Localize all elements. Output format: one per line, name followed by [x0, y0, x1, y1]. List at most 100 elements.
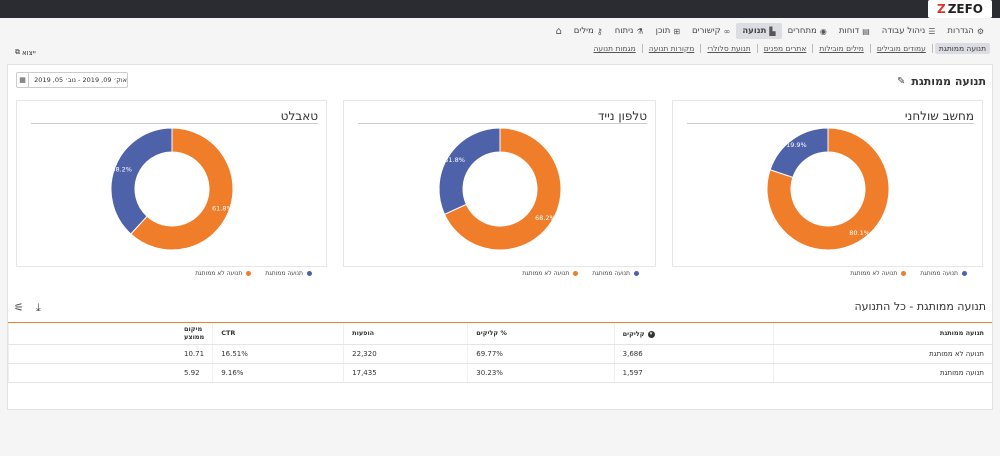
sort-icon[interactable]: ▾ [647, 330, 655, 338]
legend-dot [901, 271, 907, 276]
column-header[interactable]: CTR [212, 323, 344, 345]
chart-legend-tablet: תנועה ממותגת תנועה לא ממותגת [195, 270, 312, 277]
traffic-table: תנועה ממותגת ▾ קליקים % קליקים הופעות CTR… [7, 323, 992, 383]
nav-label: מילים [573, 26, 594, 36]
chart-legend-mobile: תנועה ממותגת תנועה לא ממותגת [522, 270, 639, 277]
subnav-item-traffic-sources[interactable]: מקורות תנועה [645, 43, 699, 54]
table-header-bar [8, 292, 992, 323]
table-cell: 22,320 [343, 344, 468, 364]
bar-chart-icon: ▙ [769, 26, 776, 36]
nav-label: ניתוח [614, 26, 634, 36]
donut-slice[interactable] [769, 127, 829, 178]
nav-item-settings[interactable]: ⚙ הגדרות [941, 23, 990, 39]
subnav-item-referring-sites[interactable]: אתרים מפנים [760, 43, 811, 54]
legend-dot [307, 271, 312, 276]
nav-label: דוחות [838, 26, 860, 36]
nav-item-competitors[interactable]: ◉ מתחרים [782, 23, 833, 39]
donut-slice[interactable] [110, 127, 173, 235]
section-header: תנועה ממותגת ✎ [897, 75, 986, 88]
legend-label: תנועה ממותגת [592, 270, 630, 277]
nav-item-traffic[interactable]: ▙ תנועה [736, 23, 782, 39]
donut-card-mobile: טלפון נייד 68.2% 31.8% [343, 100, 656, 267]
calendar-icon: ▦ [17, 73, 30, 87]
subnav-item-mobile-traffic[interactable]: תנועת סלולרי [703, 43, 754, 54]
legend-item[interactable]: תנועה לא ממותגת [850, 270, 907, 277]
legend-item[interactable]: תנועה לא ממותגת [195, 270, 252, 277]
table-cell: תנועה ממותגת [772, 363, 992, 383]
flask-icon: ⚗ [636, 26, 644, 36]
nav-label: תנועה [742, 26, 767, 36]
legend-item[interactable]: תנועה ממותגת [920, 270, 967, 277]
nav-label: קישורים [692, 26, 721, 36]
table-cell: 17,435 [343, 363, 468, 383]
gear-icon: ⚙ [976, 26, 984, 36]
column-header[interactable]: מיקום ממוצע [7, 323, 213, 345]
table-title: תנועה ממותגת - כל התנועה [854, 300, 986, 313]
download-icon[interactable]: ⤓ [36, 301, 41, 315]
date-range-text: אוק׳ 09, 2019 - נוב׳ 05, 2019 [34, 76, 127, 84]
main-nav: ⌂ ⚷ מילים ⚗ ניתוח ⊞ תוכן ∞ קישורים ▙ תנועה ◉ מ… [550, 23, 990, 39]
table-cell: 1,597 [613, 363, 774, 383]
column-header[interactable]: תנועה ממותגת [772, 323, 992, 345]
nav-item-analysis[interactable]: ⚗ ניתוח [609, 23, 650, 39]
table-cell: 10.71 [7, 344, 213, 364]
brand-logo[interactable]: Z ZEFO [928, 0, 992, 18]
table-row: תנועה לא ממותגת 3,686 69.77% 22,320 16.5… [7, 344, 992, 364]
slice-label: 38.2% [111, 165, 132, 173]
nav-item-keywords[interactable]: ⚷ מילים [568, 23, 609, 39]
donut-chart: 61.8% 38.2% [110, 127, 234, 251]
table-row: תנועה ממותגת 1,597 30.23% 17,435 9.16% 5… [7, 363, 992, 383]
donut-chart: 80.1% 19.9% [766, 127, 890, 251]
donut-card-desktop: מחשב שולחני 80.1% 19.9% [672, 100, 983, 267]
date-range-picker[interactable]: ▦ אוק׳ 09, 2019 - נוב׳ 05, 2019 [16, 72, 128, 88]
column-settings-icon[interactable]: ⚟ [14, 301, 24, 315]
legend-label: תנועה ממותגת [920, 270, 958, 277]
eye-icon: ◉ [819, 26, 827, 36]
table-header-row: תנועה ממותגת ▾ קליקים % קליקים הופעות CTR… [7, 323, 992, 345]
subnav-divider [700, 44, 702, 53]
table-tools: ⚟ ⤓ [14, 301, 41, 315]
column-header[interactable]: הופעות [343, 323, 468, 345]
sub-nav: תנועה ממותגת עמודים מובילים מילים מובילו… [590, 43, 990, 54]
slice-label: 19.9% [786, 141, 807, 149]
legend-item[interactable]: תנועה לא ממותגת [522, 270, 579, 277]
sitemap-icon: ⊞ [673, 26, 681, 36]
list-icon: ☰ [928, 26, 936, 36]
nav-label: ניהול עבודה [881, 26, 926, 36]
nav-item-content[interactable]: ⊞ תוכן [650, 23, 686, 39]
subnav-item-top-keywords[interactable]: מילים מובילות [815, 43, 867, 54]
subnav-divider [931, 44, 933, 53]
legend-item[interactable]: תנועה ממותגת [592, 270, 639, 277]
chart-legend-desktop: תנועה ממותגת תנועה לא ממותגת [850, 270, 967, 277]
legend-dot [573, 271, 579, 276]
wrench-icon[interactable]: ✎ [897, 76, 905, 87]
slice-label: 31.8% [444, 156, 465, 164]
logo-text: ZEFO [947, 2, 983, 16]
column-header-clicks[interactable]: ▾ קליקים [613, 323, 774, 345]
donut-card-tablet: טאבלט 61.8% 38.2% [16, 100, 327, 267]
export-icon: ⧉ [15, 48, 20, 56]
slice-label: 68.2% [535, 214, 556, 222]
nav-label: הגדרות [947, 26, 974, 36]
nav-item-workflow[interactable]: ☰ ניהול עבודה [876, 23, 942, 39]
nav-item-links[interactable]: ∞ קישורים [686, 23, 736, 39]
export-button[interactable]: ⧉ ייצוא [15, 48, 36, 57]
legend-item[interactable]: תנועה ממותגת [265, 270, 312, 277]
donut-slice[interactable] [438, 127, 501, 215]
subnav-item-traffic-trends[interactable]: מגמות תנועה [590, 43, 640, 54]
table-cell: 3,686 [613, 344, 774, 364]
nav-item-reports[interactable]: ▤ דוחות [833, 23, 876, 39]
subnav-item-branded-traffic[interactable]: תנועה ממותגת [934, 43, 990, 54]
column-header[interactable]: % קליקים [467, 323, 615, 345]
subnav-divider [641, 44, 643, 53]
subnav-divider [812, 44, 814, 53]
legend-label: תנועה לא ממותגת [195, 270, 243, 277]
section-title: תנועה ממותגת [911, 75, 986, 88]
subnav-divider [756, 44, 758, 53]
nav-label: תוכן [655, 26, 671, 36]
table-cell: 30.23% [467, 363, 615, 383]
subnav-item-top-pages[interactable]: עמודים מובילים [873, 43, 930, 54]
legend-label: תנועה לא ממותגת [850, 270, 898, 277]
home-icon[interactable]: ⌂ [550, 23, 568, 39]
legend-dot [962, 271, 967, 276]
